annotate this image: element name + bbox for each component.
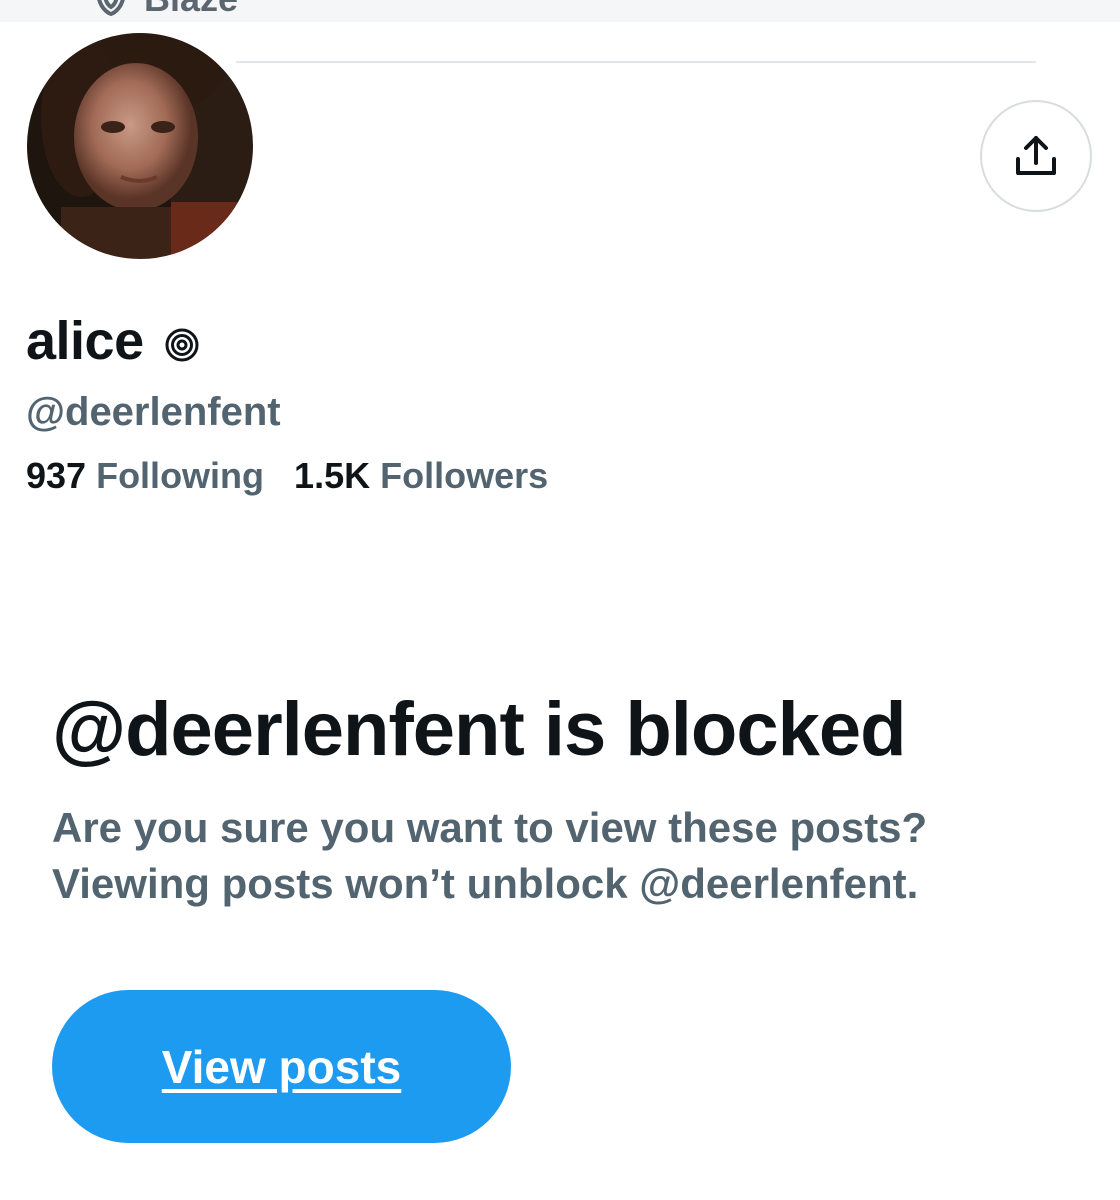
view-posts-label: View posts	[161, 1040, 402, 1093]
blaze-label-group: Blaze	[92, 0, 238, 20]
blocked-title: @deerlenfent is blocked	[52, 687, 907, 772]
profile-page: Blaze	[0, 0, 1120, 1200]
view-posts-button[interactable]: View posts	[52, 990, 511, 1143]
display-name: alice	[26, 311, 144, 371]
following-label: Following	[96, 455, 265, 496]
followers-label: Followers	[380, 455, 549, 496]
avatar-image	[23, 29, 257, 263]
profile-handle: @deerlenfent	[26, 390, 281, 434]
blocked-description: Are you sure you want to view these post…	[52, 800, 1092, 912]
following-count: 937	[26, 455, 87, 496]
profile-name-row: alice	[26, 310, 200, 372]
share-button[interactable]	[980, 100, 1092, 212]
blaze-icon	[97, 0, 125, 17]
spiral-icon	[165, 328, 199, 362]
avatar[interactable]	[21, 27, 259, 265]
blaze-label: Blaze	[144, 0, 238, 20]
followers-count: 1.5K	[294, 455, 371, 496]
following-stat[interactable]: 937 Following	[26, 455, 264, 497]
followers-stat[interactable]: 1.5K Followers	[294, 455, 548, 497]
blocked-description-line1: Are you sure you want to view these post…	[52, 804, 928, 851]
blocked-description-line2: Viewing posts won’t unblock @deerlenfent…	[52, 860, 919, 907]
profile-stats: 937 Following 1.5K Followers	[26, 455, 548, 497]
header-divider	[236, 61, 1036, 63]
share-upload-icon	[1016, 136, 1056, 175]
